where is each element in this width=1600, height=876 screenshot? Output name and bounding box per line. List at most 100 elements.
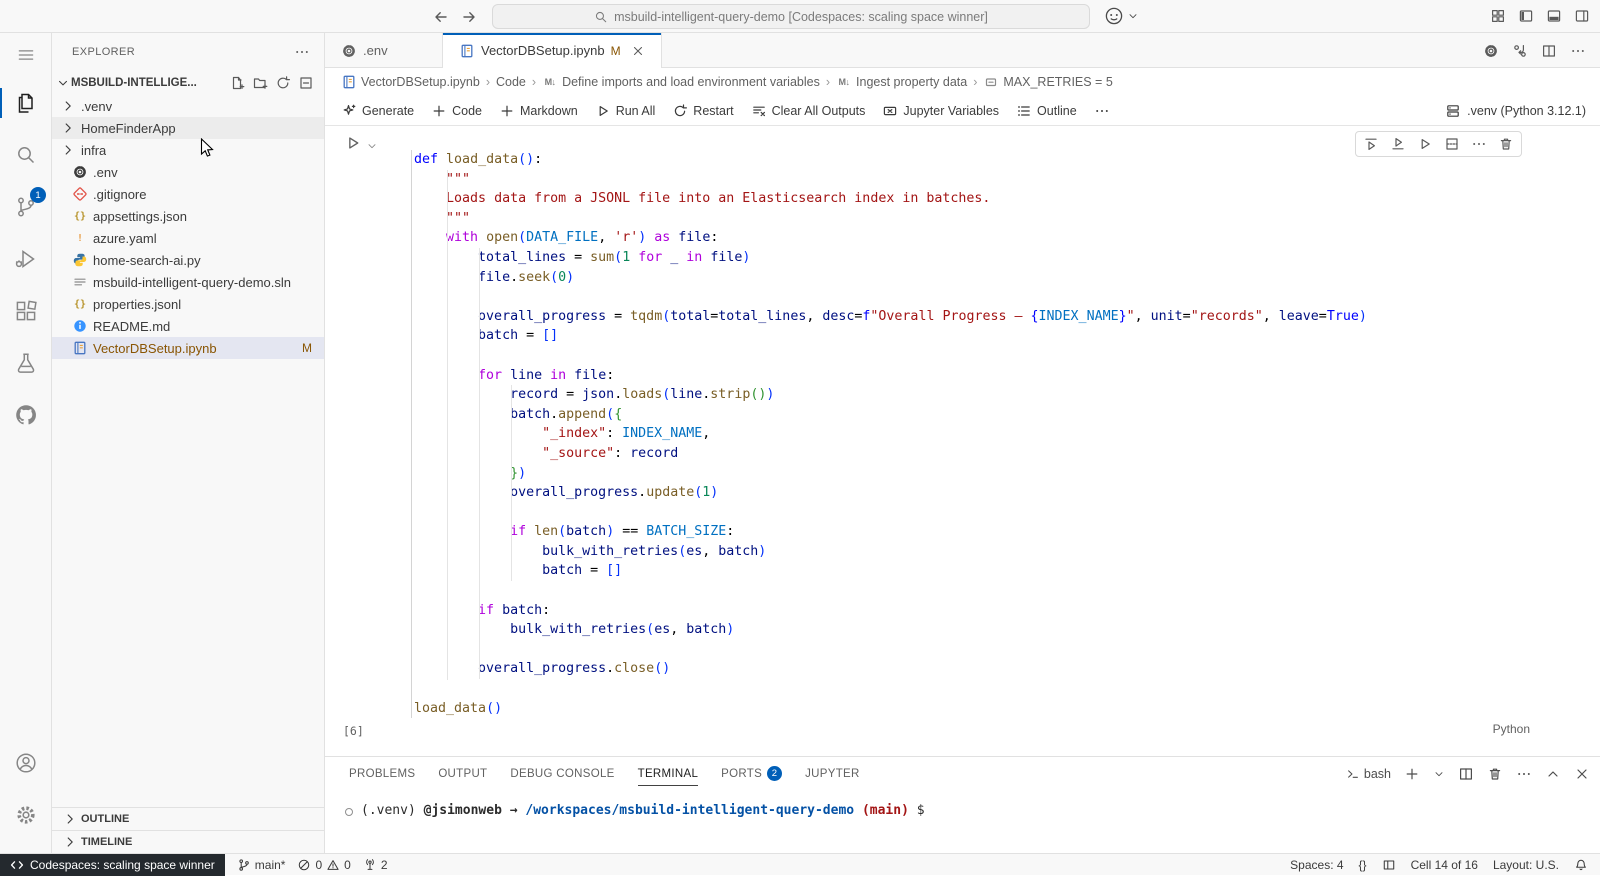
collapse-all-icon[interactable] [298, 75, 314, 91]
panel-tab-terminal[interactable]: TERMINAL [638, 757, 699, 790]
refresh-icon[interactable] [275, 75, 291, 91]
accounts-button[interactable] [0, 737, 51, 789]
more-actions-icon[interactable] [1471, 136, 1487, 152]
code-line[interactable]: overall_progress.update(1) [414, 483, 1532, 503]
split-editor-icon[interactable] [1541, 43, 1557, 59]
sidebar-item-github[interactable] [0, 389, 51, 441]
code-line[interactable] [414, 679, 1532, 699]
command-center[interactable]: msbuild-intelligent-query-demo [Codespac… [492, 4, 1090, 29]
code-line[interactable]: if len(batch) == BATCH_SIZE: [414, 522, 1532, 542]
file-item-appsettings.json[interactable]: {}appsettings.json [52, 205, 324, 227]
ports-indicator[interactable]: 2 [363, 858, 388, 872]
code-line[interactable] [414, 581, 1532, 601]
toggle-sidebar-icon[interactable] [1518, 8, 1534, 24]
code-line[interactable]: }) [414, 464, 1532, 484]
indent-indicator[interactable]: Spaces: 4 [1290, 858, 1343, 872]
section-timeline[interactable]: TIMELINE [52, 830, 324, 853]
toolbar-markdown-button[interactable]: Markdown [499, 103, 578, 119]
code-line[interactable] [414, 503, 1532, 523]
file-item-azure.yaml[interactable]: !azure.yaml [52, 227, 324, 249]
sidebar-item-testing[interactable] [0, 337, 51, 389]
close-tab-icon[interactable] [631, 44, 645, 58]
toolbar-run-all-button[interactable]: Run All [595, 103, 656, 119]
new-terminal-icon[interactable] [1404, 766, 1420, 782]
code-line[interactable]: load_data() [414, 699, 1532, 719]
code-line[interactable] [414, 287, 1532, 307]
breadcrumb-item[interactable]: MAX_RETRIES = 5 [983, 74, 1112, 90]
sidebar-item-extensions[interactable] [0, 285, 51, 337]
toolbar-more-button[interactable] [1094, 103, 1110, 119]
more-actions-icon[interactable] [1570, 43, 1586, 59]
panel-tab-debug-console[interactable]: DEBUG CONSOLE [510, 757, 614, 790]
toolbar-restart-button[interactable]: Restart [672, 103, 733, 119]
new-file-icon[interactable] [229, 75, 245, 91]
tab-.env[interactable]: .env [325, 33, 443, 68]
code-line[interactable]: "_index": INDEX_NAME, [414, 424, 1532, 444]
file-item-.env[interactable]: .env [52, 161, 324, 183]
code-line[interactable]: if batch: [414, 601, 1532, 621]
file-item-msbuild-intelligent-query-demo.sln[interactable]: msbuild-intelligent-query-demo.sln [52, 271, 324, 293]
close-panel-icon[interactable] [1574, 766, 1590, 782]
code-line[interactable] [414, 346, 1532, 366]
open-changes-icon[interactable] [1512, 43, 1528, 59]
cell-position-indicator[interactable]: Cell 14 of 16 [1411, 858, 1478, 872]
split-cell-icon[interactable] [1444, 136, 1460, 152]
kill-terminal-icon[interactable] [1487, 766, 1503, 782]
file-item-.venv[interactable]: .venv [52, 95, 324, 117]
code-line[interactable]: file.seek(0) [414, 268, 1532, 288]
run-cell-button[interactable] [344, 134, 362, 152]
back-button[interactable] [430, 6, 452, 28]
workspace-root[interactable]: MSBUILD-INTELLIGE... [52, 71, 324, 95]
execute-cell-icon[interactable] [1417, 136, 1433, 152]
execute-below-icon[interactable] [1390, 136, 1406, 152]
customize-layout-icon[interactable] [1490, 8, 1506, 24]
terminal-view[interactable]: (.venv) @jsimonweb → /workspaces/msbuild… [325, 790, 1600, 818]
code-line[interactable]: overall_progress.close() [414, 659, 1532, 679]
breadcrumb-item[interactable]: VectorDBSetup.ipynb [341, 74, 480, 90]
code-line[interactable]: """ [414, 209, 1532, 229]
code-line[interactable]: Loads data from a JSONL file into an Ela… [414, 189, 1532, 209]
panel-tab-ports[interactable]: PORTS2 [721, 757, 782, 790]
cell-code[interactable]: def load_data(): """ Loads data from a J… [414, 150, 1532, 718]
new-folder-icon[interactable] [252, 75, 268, 91]
file-item-properties.jsonl[interactable]: {}properties.jsonl [52, 293, 324, 315]
file-item-home-search-ai.py[interactable]: home-search-ai.py [52, 249, 324, 271]
file-item-.gitignore[interactable]: .gitignore [52, 183, 324, 205]
code-line[interactable]: overall_progress = tqdm(total=total_line… [414, 307, 1532, 327]
code-line[interactable]: for line in file: [414, 366, 1532, 386]
toolbar-code-button[interactable]: Code [431, 103, 482, 119]
tab-VectorDBSetup.ipynb[interactable]: VectorDBSetup.ipynbM [443, 33, 662, 68]
problems-indicator[interactable]: 0 0 [297, 858, 350, 872]
menu-button[interactable] [0, 33, 51, 77]
toolbar-generate-button[interactable]: Generate [341, 103, 414, 119]
sidebar-item-source-control[interactable]: 1 [0, 181, 51, 233]
sidebar-item-search[interactable] [0, 129, 51, 181]
terminal-shell-button[interactable]: bash [1346, 767, 1391, 781]
code-line[interactable]: with open(DATA_FILE, 'r') as file: [414, 228, 1532, 248]
notebook-settings-icon[interactable] [1483, 43, 1499, 59]
toggle-panel-icon[interactable] [1546, 8, 1562, 24]
execute-above-icon[interactable] [1363, 136, 1379, 152]
split-terminal-icon[interactable] [1458, 766, 1474, 782]
remote-indicator[interactable]: Codespaces: scaling space winner [0, 854, 225, 876]
kernel-picker[interactable]: .venv (Python 3.12.1) [1445, 103, 1586, 119]
code-line[interactable]: "_source": record [414, 444, 1532, 464]
forward-button[interactable] [458, 6, 480, 28]
copilot-button[interactable] [1104, 6, 1139, 26]
toolbar-outline-button[interactable]: Outline [1016, 103, 1077, 119]
branch-indicator[interactable]: main* [237, 858, 286, 872]
code-line[interactable]: bulk_with_retries(es, batch) [414, 542, 1532, 562]
keyboard-layout-indicator[interactable]: Layout: U.S. [1493, 858, 1559, 872]
sidebar-item-run-debug[interactable] [0, 233, 51, 285]
more-actions-icon[interactable] [294, 44, 310, 60]
panel-tab-output[interactable]: OUTPUT [438, 757, 487, 790]
sidebar-item-explorer[interactable] [0, 77, 51, 129]
file-item-README.md[interactable]: README.md [52, 315, 324, 337]
toolbar-clear-all-outputs-button[interactable]: Clear All Outputs [751, 103, 866, 119]
cell-language-picker[interactable]: Python [1493, 722, 1530, 736]
more-actions-icon[interactable] [1516, 766, 1532, 782]
panel-tab-problems[interactable]: PROBLEMS [349, 757, 415, 790]
layout-indicator[interactable] [1382, 858, 1396, 872]
run-cell-dropdown[interactable] [366, 137, 378, 152]
code-line[interactable]: record = json.loads(line.strip()) [414, 385, 1532, 405]
